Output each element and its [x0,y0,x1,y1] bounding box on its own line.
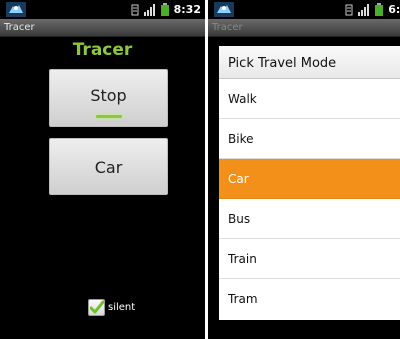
status-icons: 6:4 [345,3,400,16]
travel-mode-button[interactable]: Car [49,138,168,195]
option-walk[interactable]: Walk [219,79,400,119]
silent-checkbox[interactable] [88,299,105,316]
travel-mode-dialog: Pick Travel Mode Walk Bike Car Bus Train… [219,46,400,320]
checkmark-icon [90,300,104,314]
stop-button-label: Stop [90,86,127,105]
vibrate-icon [345,4,353,15]
window-title: Tracer [0,19,205,37]
option-car[interactable]: Car [219,159,400,199]
app-icon [214,2,234,17]
status-time: 6:4 [388,3,400,16]
status-time: 8:32 [173,3,201,16]
dialog-title: Pick Travel Mode [219,46,400,79]
left-phone-screen: 8:32 Tracer Tracer Stop Car silent [0,0,205,339]
signal-icon [143,3,155,16]
option-tram[interactable]: Tram [219,279,400,319]
status-bar: 8:32 [0,0,205,19]
battery-icon [160,3,169,16]
app-heading: Tracer [72,40,133,60]
battery-icon [375,3,384,16]
status-bar: 6:4 [208,0,400,19]
silent-label: silent [108,302,136,313]
signal-icon [358,3,370,16]
toggle-indicator [96,115,122,118]
app-icon [6,2,26,17]
status-icons: 8:32 [131,3,201,16]
right-phone-screen: 6:4 Tracer Pick Travel Mode Walk Bike Ca… [208,0,400,339]
option-bus[interactable]: Bus [219,199,400,239]
stop-button[interactable]: Stop [49,69,168,127]
option-train[interactable]: Train [219,239,400,279]
travel-mode-button-label: Car [94,158,123,177]
silent-checkbox-row[interactable]: silent [88,299,135,316]
window-title: Tracer [208,19,400,37]
vibrate-icon [131,4,139,15]
option-bike[interactable]: Bike [219,119,400,159]
